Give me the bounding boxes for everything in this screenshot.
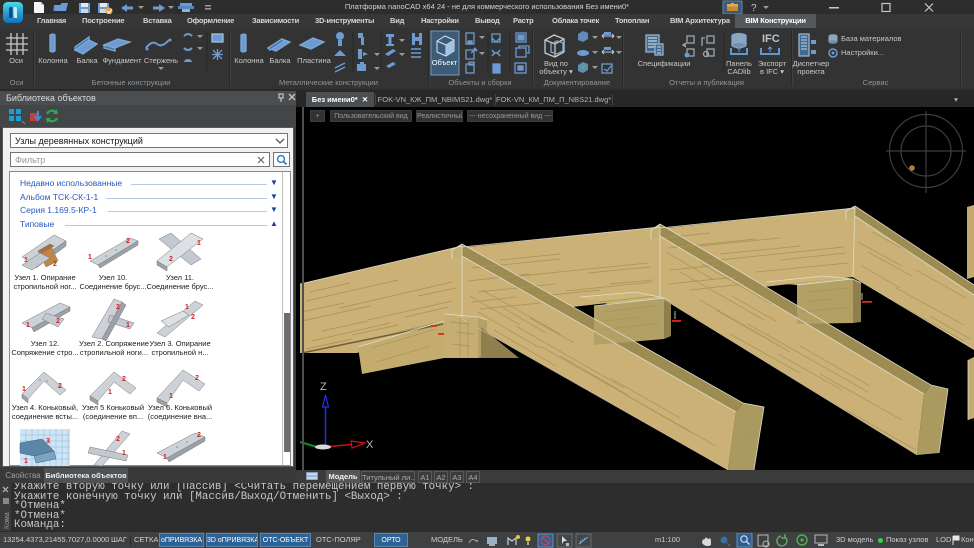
svg-text:2: 2 [58,383,62,390]
svg-text:1: 1 [88,254,92,261]
svg-text:1: 1 [122,450,126,457]
svg-text:1: 1 [108,389,112,396]
svg-text:1: 1 [126,322,130,329]
svg-text:2: 2 [126,238,130,245]
svg-text:2: 2 [53,261,57,268]
svg-text:1: 1 [22,386,26,393]
svg-text:Z: Z [320,381,327,393]
svg-text:1: 1 [24,257,28,264]
svg-text:1: 1 [185,304,189,311]
svg-text:2: 2 [56,318,60,325]
svg-text:2: 2 [116,436,120,443]
svg-text:IFC: IFC [762,33,780,45]
svg-text:1: 1 [24,458,28,465]
svg-text:2: 2 [197,432,201,439]
svg-text:2: 2 [116,304,120,311]
svg-text:3: 3 [46,438,50,445]
svg-text:1: 1 [26,322,30,329]
svg-text:2: 2 [169,256,173,263]
svg-text:2: 2 [191,314,195,321]
svg-text:1: 1 [163,454,167,461]
svg-text:Кома: Кома [4,512,11,529]
svg-text:2: 2 [195,375,199,382]
svg-text:2: 2 [122,376,126,383]
svg-text:1: 1 [169,393,173,400]
svg-text:X: X [366,439,374,451]
svg-text:1: 1 [197,240,201,247]
